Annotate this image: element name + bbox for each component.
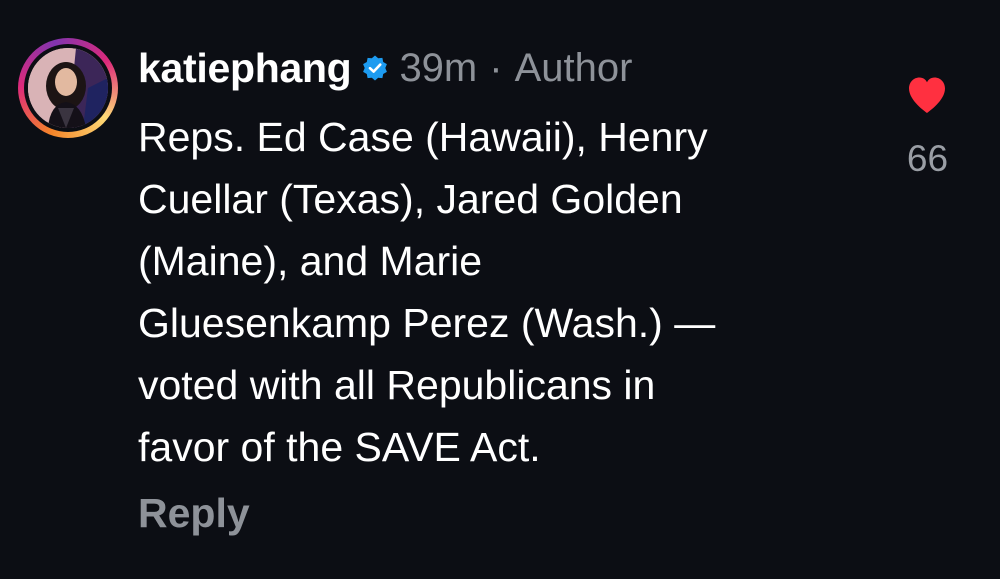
comment-text-line: Gluesenkamp Perez (Wash.) — (138, 300, 716, 346)
heart-icon[interactable] (905, 73, 949, 117)
meta-separator: · (489, 45, 503, 90)
comment-text-line: Cuellar (Texas), Jared Golden (138, 176, 683, 222)
comment-header: katiephang 39m · Author (138, 40, 632, 96)
comment-text-line: Reps. Ed Case (Hawaii), Henry (138, 114, 708, 160)
reply-button[interactable]: Reply (138, 490, 250, 537)
comment-text-line: voted with all Republicans in (138, 362, 656, 408)
avatar-story-ring[interactable] (18, 38, 118, 138)
comment-text-line: (Maine), and Marie (138, 238, 483, 284)
avatar-photo (28, 48, 108, 128)
like-count: 66 (906, 138, 949, 179)
comment-text-line: favor of the SAVE Act. (138, 424, 541, 470)
username[interactable]: katiephang (138, 45, 352, 92)
verified-badge-icon (363, 55, 388, 81)
author-label: Author (514, 45, 633, 90)
comment-time: 39m (399, 45, 478, 90)
comment-view: katiephang 39m · Author Reps. Ed Case (H… (0, 0, 1000, 579)
avatar-ring-gap (24, 44, 112, 132)
comment-text: Reps. Ed Case (Hawaii), Henry Cuellar (T… (138, 106, 858, 478)
avatar[interactable] (28, 48, 108, 128)
